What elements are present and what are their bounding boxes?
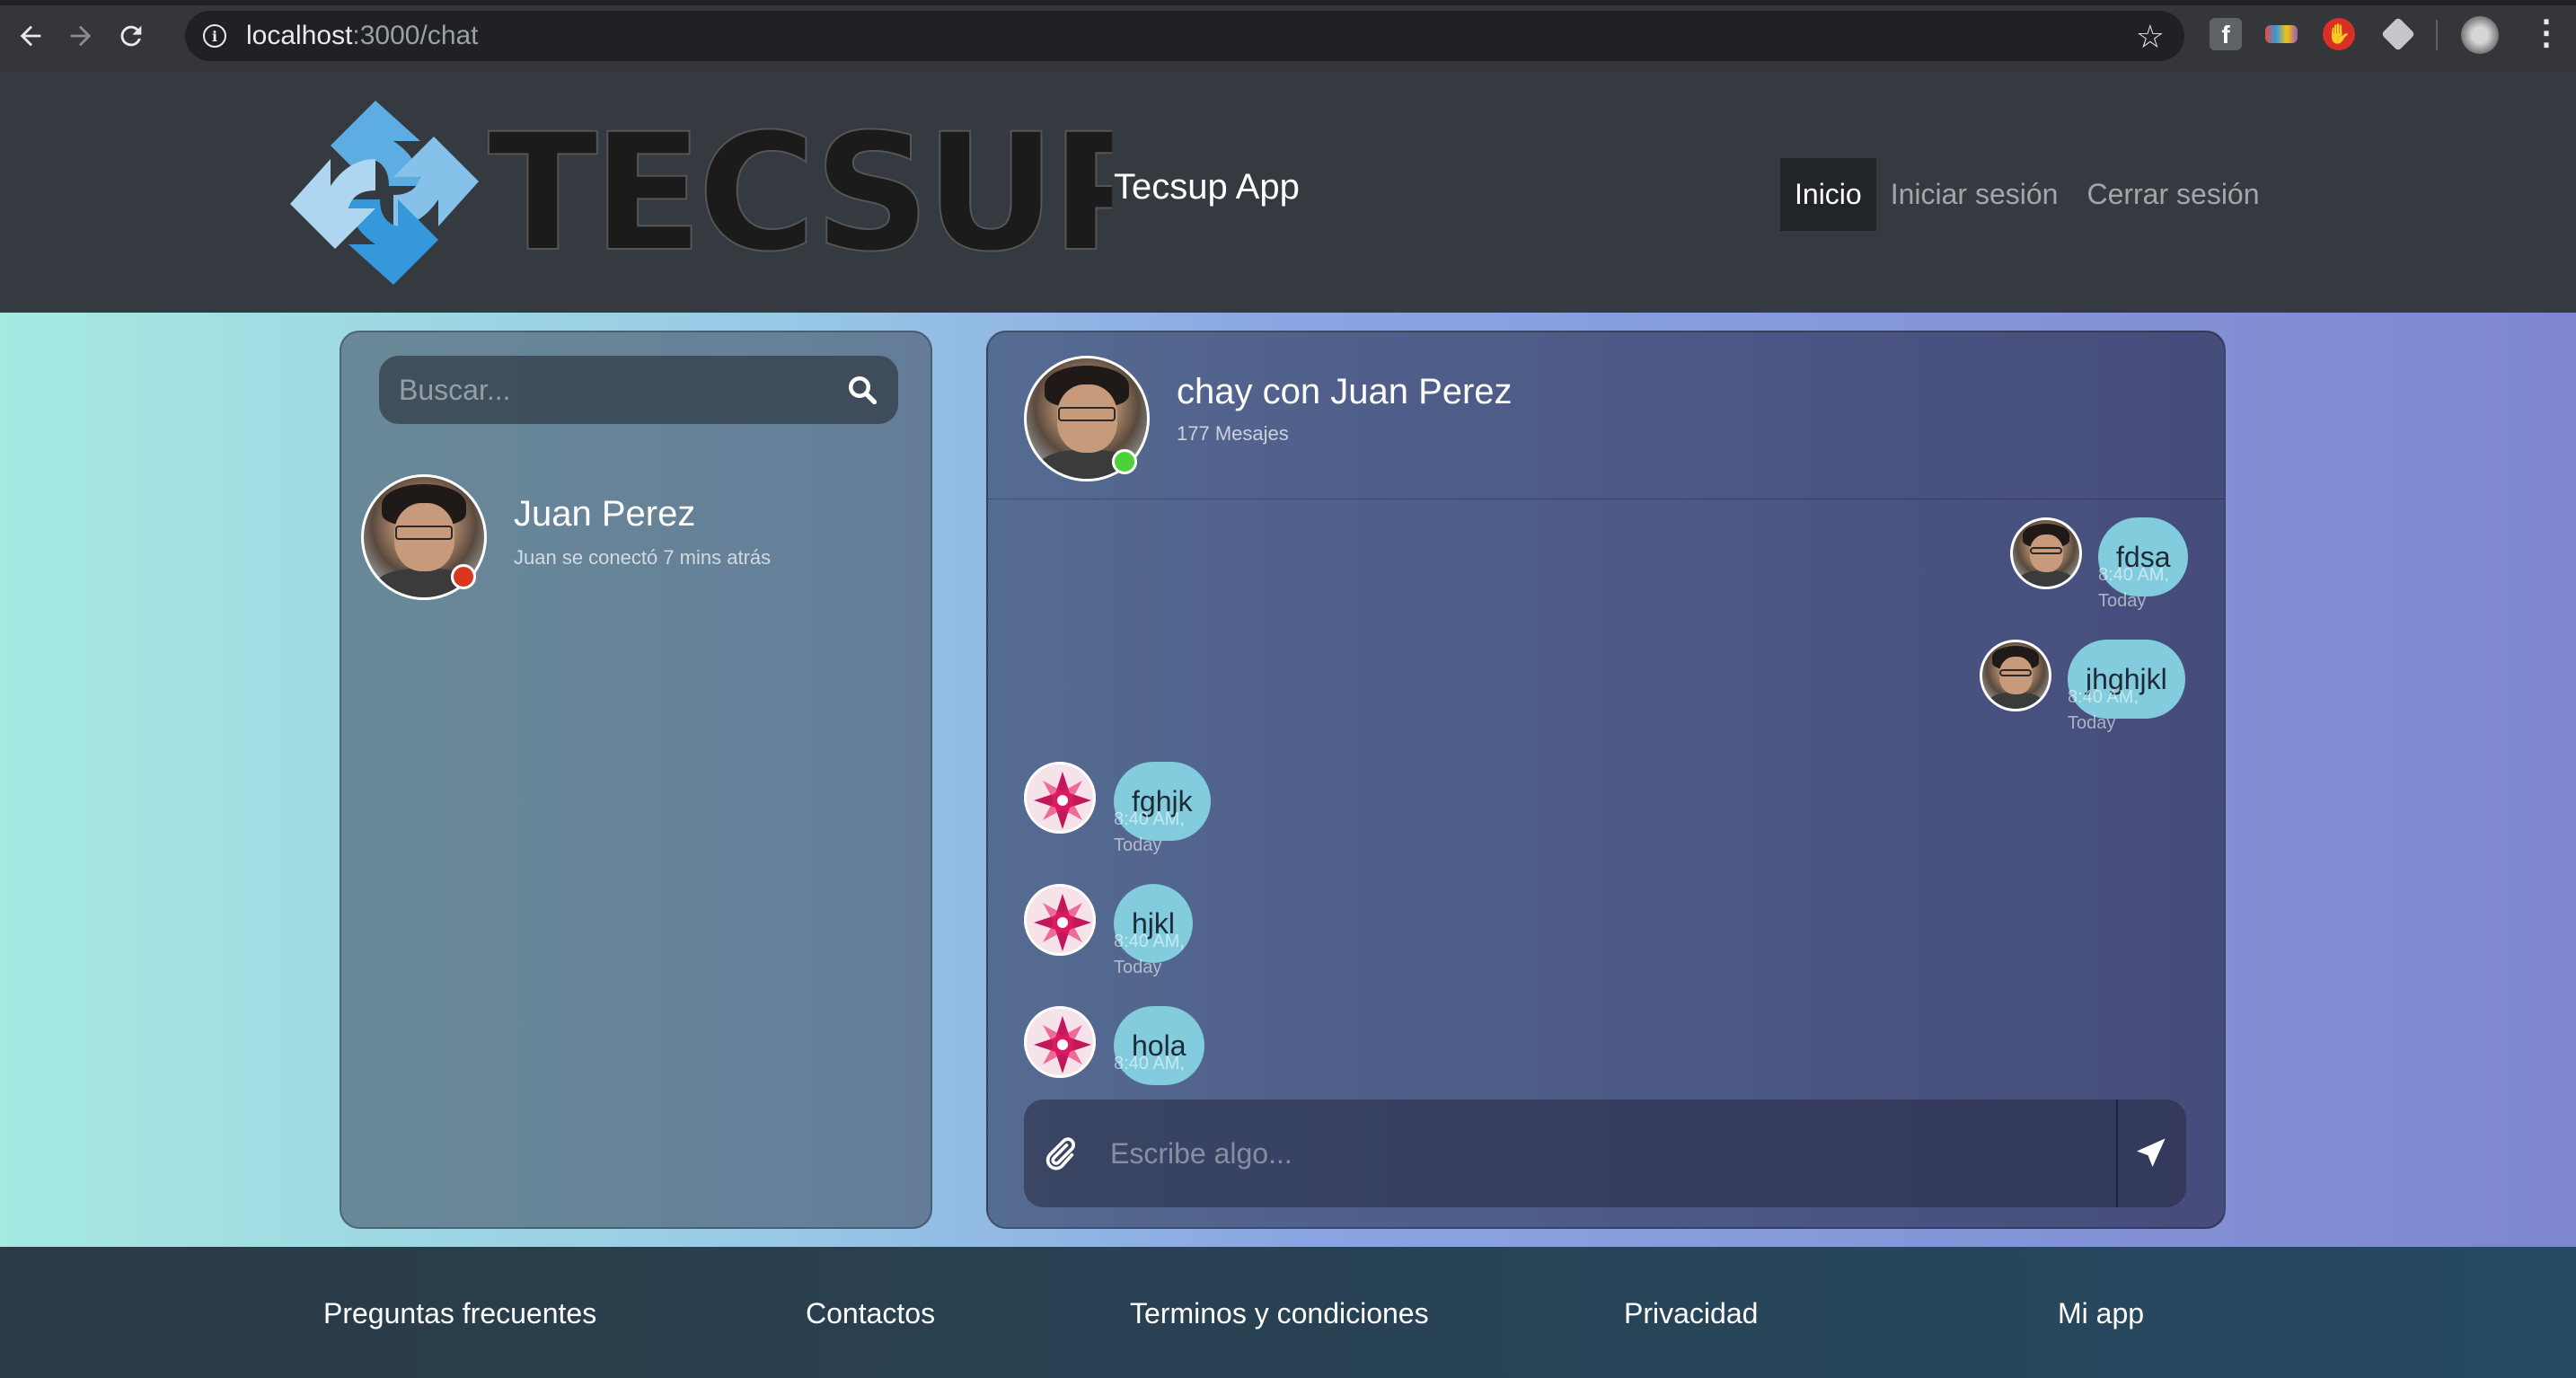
forward-icon[interactable]: [61, 16, 101, 56]
app-header: TECSUP Tecsup App Inicio Iniciar sesión …: [0, 72, 2576, 313]
avatar: [2010, 517, 2082, 589]
avatar: [1024, 884, 1096, 956]
avatar: [1024, 762, 1096, 834]
browser-toolbar: i localhost:3000/chat ☆ f ✋ ⋮: [0, 0, 2576, 72]
nav-iniciar-sesion[interactable]: Iniciar sesión: [1876, 158, 2073, 231]
nav-cerrar-sesion[interactable]: Cerrar sesión: [2072, 158, 2273, 231]
main-content: Juan Perez Juan se conectó 7 mins atrás …: [0, 313, 2576, 1247]
message-time: 8:40 AM,: [1114, 932, 1185, 951]
url-text[interactable]: localhost:3000/chat: [246, 21, 479, 51]
message-outgoing: jhghjkl 8:40 AM, Today: [988, 640, 2224, 756]
message-time: 8:40 AM,: [1114, 1054, 1185, 1073]
main-nav: Inicio Iniciar sesión Cerrar sesión: [1780, 158, 2274, 231]
flag-extension-icon[interactable]: [2265, 25, 2298, 43]
footer-link-faq[interactable]: Preguntas frecuentes: [323, 1297, 596, 1330]
cube-extension-icon[interactable]: [2380, 16, 2416, 52]
contact-last-seen: Juan se conectó 7 mins atrás: [514, 546, 772, 569]
message-day: Today: [1114, 958, 1162, 977]
footer-link-contactos[interactable]: Contactos: [806, 1297, 935, 1330]
url-path: :3000/chat: [352, 21, 479, 50]
message-incoming: hola 8:40 AM,: [988, 1006, 2224, 1110]
footer: Preguntas frecuentes Contactos Terminos …: [0, 1247, 2576, 1378]
pattern-avatar-icon: [1034, 772, 1091, 829]
message-incoming: hjkl 8:40 AM, Today: [988, 884, 2224, 1001]
message-day: Today: [2098, 591, 2147, 611]
pattern-avatar-icon: [1034, 894, 1091, 951]
message-time: 8:40 AM,: [2068, 687, 2139, 707]
toolbar-divider: [2436, 20, 2438, 50]
avatar: [1024, 1006, 1096, 1078]
back-icon[interactable]: [11, 16, 50, 56]
message-composer: [1024, 1100, 2186, 1207]
svg-text:TECSUP: TECSUP: [488, 100, 1112, 287]
tecsup-logo[interactable]: TECSUP: [286, 92, 1112, 289]
message-list: fdsa 8:40 AM, Today jhghjkl 8:40 AM, Tod…: [988, 499, 2224, 1110]
message-input[interactable]: [1110, 1126, 2080, 1180]
nav-inicio[interactable]: Inicio: [1780, 158, 1876, 231]
facebook-extension-icon[interactable]: f: [2210, 18, 2242, 50]
offline-status-dot: [451, 564, 476, 589]
brand-name[interactable]: Tecsup App: [1114, 167, 1300, 208]
message-count: 177 Mesajes: [1177, 422, 1289, 445]
bookmark-star-icon[interactable]: ☆: [2136, 18, 2165, 56]
footer-link-mi-app[interactable]: Mi app: [2058, 1297, 2144, 1330]
footer-link-terminos[interactable]: Terminos y condiciones: [1130, 1297, 1429, 1330]
message-day: Today: [2068, 713, 2116, 733]
chat-title: chay con Juan Perez: [1177, 372, 1513, 411]
pattern-avatar-icon: [1034, 1016, 1091, 1073]
message-incoming: fghjk 8:40 AM, Today: [988, 762, 2224, 879]
message-time: 8:40 AM,: [2098, 565, 2169, 585]
search-bar: [379, 356, 898, 424]
avatar: [1980, 640, 2051, 711]
send-divider: [2116, 1100, 2118, 1207]
browser-tabstrip-edge: [0, 0, 2576, 5]
adblock-extension-icon[interactable]: ✋: [2323, 18, 2355, 50]
logo-arrows-icon: [290, 101, 479, 285]
message-time: 8:40 AM,: [1114, 809, 1185, 829]
contacts-panel: Juan Perez Juan se conectó 7 mins atrás: [340, 331, 932, 1229]
paperclip-icon[interactable]: [1042, 1135, 1078, 1171]
chat-header: chay con Juan Perez 177 Mesajes: [988, 332, 2224, 499]
profile-avatar-icon[interactable]: [2461, 16, 2499, 54]
address-bar[interactable]: i localhost:3000/chat ☆: [185, 11, 2184, 61]
message-day: Today: [1114, 835, 1162, 855]
send-icon[interactable]: [2132, 1135, 2168, 1171]
url-host: localhost: [246, 21, 353, 50]
browser-menu-icon[interactable]: ⋮: [2529, 13, 2563, 53]
search-input[interactable]: [379, 373, 828, 407]
chat-panel: chay con Juan Perez 177 Mesajes fdsa 8:4…: [986, 331, 2226, 1229]
reload-icon[interactable]: [111, 16, 151, 56]
contact-name: Juan Perez: [514, 494, 696, 534]
message-outgoing: fdsa 8:40 AM, Today: [988, 517, 2224, 634]
contact-item[interactable]: Juan Perez Juan se conectó 7 mins atrás: [361, 474, 918, 600]
site-info-icon[interactable]: i: [203, 24, 226, 48]
footer-link-privacidad[interactable]: Privacidad: [1624, 1297, 1758, 1330]
online-status-dot: [1112, 449, 1137, 474]
search-icon[interactable]: [846, 374, 878, 406]
